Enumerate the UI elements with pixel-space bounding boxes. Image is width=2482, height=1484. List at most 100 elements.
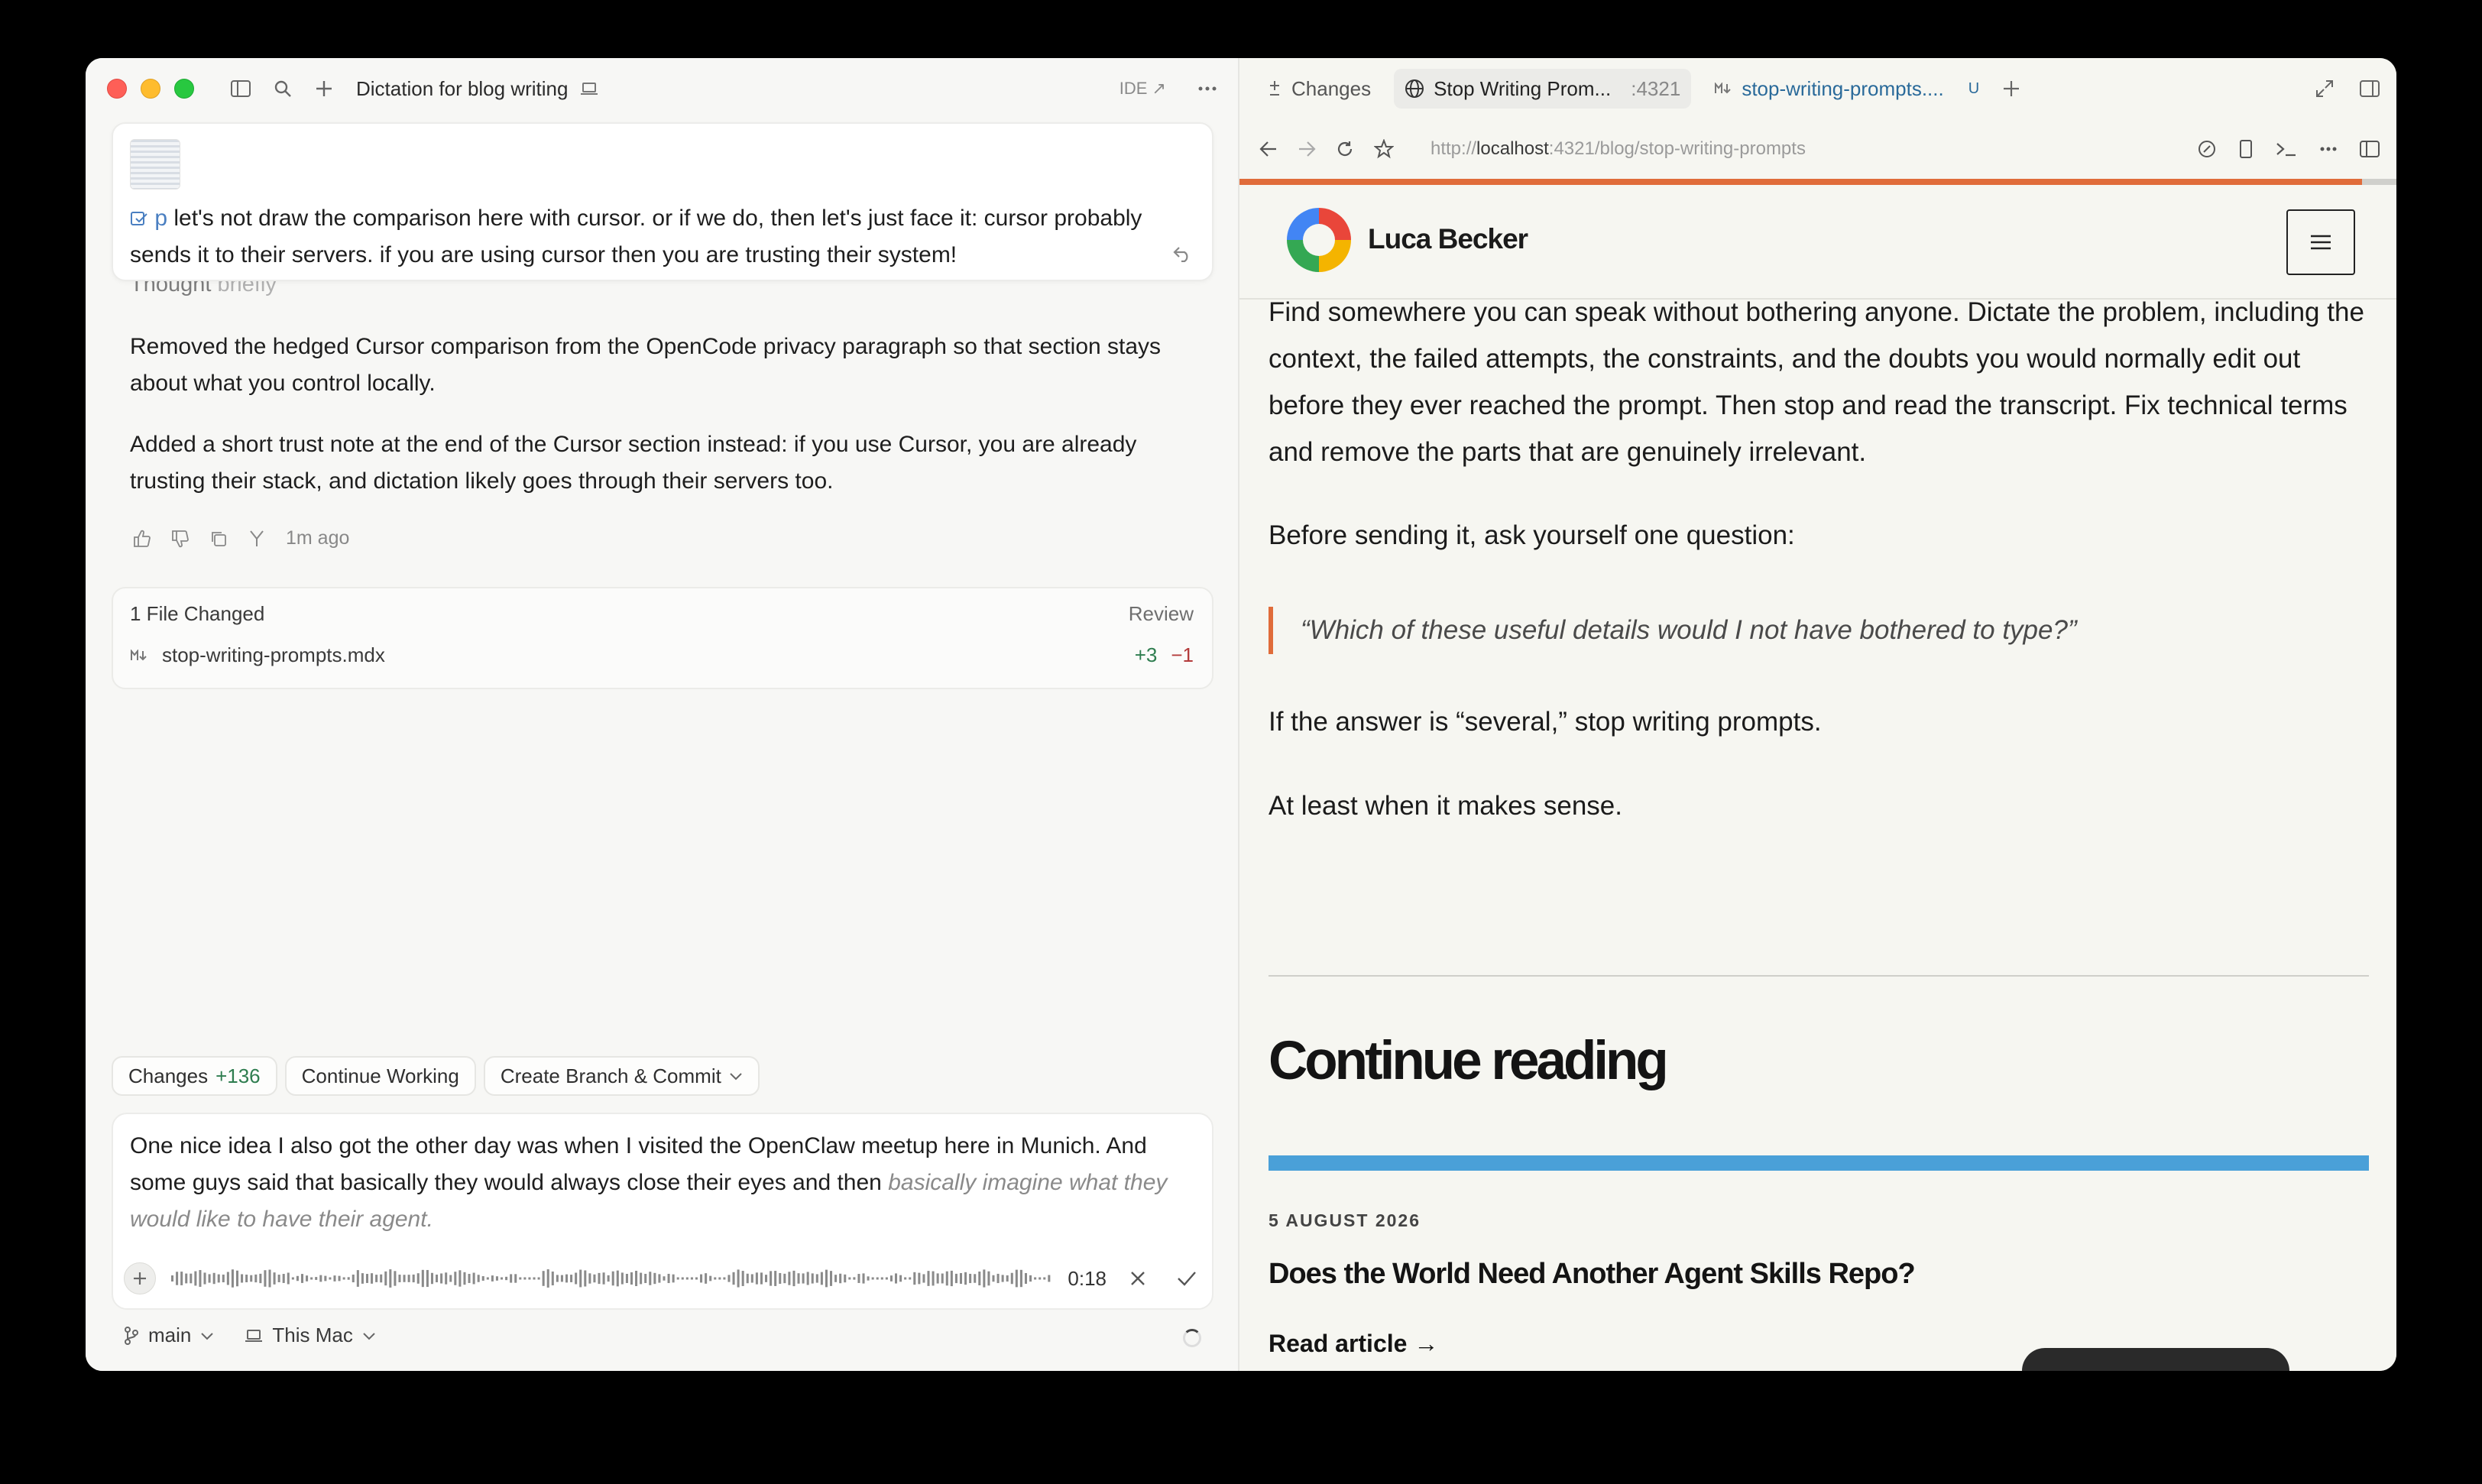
chevron-down-icon <box>729 1071 743 1081</box>
hamburger-menu-button[interactable] <box>2286 209 2355 275</box>
right-sidebar-toggle-icon[interactable] <box>2360 80 2380 97</box>
waveform-bar <box>338 1275 341 1281</box>
waveform-bar <box>676 1277 679 1280</box>
untracked-badge: U <box>1968 79 1980 97</box>
waveform-bar <box>352 1274 355 1283</box>
more-options-icon[interactable] <box>2320 147 2337 151</box>
waveform-bar <box>779 1272 782 1285</box>
terminal-icon[interactable] <box>2276 141 2297 157</box>
changed-file-row[interactable]: stop-writing-prompts.mdx <box>130 643 385 667</box>
thumbs-down-icon[interactable] <box>171 530 190 548</box>
tab-file[interactable]: stop-writing-prompts.... U <box>1703 69 1990 109</box>
machine-selector[interactable]: This Mac <box>245 1324 375 1347</box>
waveform-bar <box>815 1274 818 1283</box>
lines-added: +3 <box>1134 643 1158 666</box>
chevron-down-icon <box>362 1331 376 1340</box>
waveform-bar <box>519 1277 522 1280</box>
site-logo[interactable] <box>1287 208 1351 272</box>
waveform-bar <box>199 1270 202 1287</box>
waveform-bar <box>277 1275 280 1282</box>
waveform-bar <box>319 1275 322 1282</box>
waveform-bar <box>894 1273 898 1284</box>
annotate-icon[interactable] <box>2198 140 2216 158</box>
mobile-view-icon[interactable] <box>2239 139 2253 159</box>
composer-text[interactable]: One nice idea I also got the other day w… <box>130 1128 1184 1238</box>
waveform-bar <box>1019 1269 1022 1288</box>
tab-browser[interactable]: Stop Writing Prom... :4321 <box>1394 69 1692 109</box>
waveform-bar <box>802 1273 805 1284</box>
waveform-bar <box>616 1270 619 1287</box>
waveform-bar <box>287 1272 290 1285</box>
floating-toolbar[interactable] <box>2022 1348 2289 1371</box>
waveform-bar <box>208 1274 211 1283</box>
waveform-bar <box>560 1275 563 1282</box>
attach-button[interactable] <box>124 1262 156 1294</box>
waveform-bar <box>365 1274 368 1283</box>
thumbs-up-icon[interactable] <box>133 530 151 548</box>
waveform-bar <box>945 1271 948 1286</box>
waveform-bar <box>324 1275 327 1281</box>
next-article-title[interactable]: Does the World Need Another Agent Skills… <box>1269 1258 1916 1291</box>
continue-working-chip[interactable]: Continue Working <box>284 1056 476 1096</box>
waveform-bar <box>190 1273 193 1284</box>
waveform-bar <box>501 1277 504 1280</box>
right-tab-bar: Changes Stop Writing Prom... :4321 stop-… <box>1239 58 2396 119</box>
review-button[interactable]: Review <box>1129 602 1194 626</box>
waveform-bar <box>458 1270 462 1287</box>
address-bar: http://localhost:4321/blog/stop-writing-… <box>1239 119 2396 179</box>
new-tab-icon[interactable] <box>2002 79 2020 98</box>
waveform-bar <box>844 1274 847 1283</box>
waveform-bar <box>296 1275 299 1281</box>
left-toolbar: Dictation for blog writing IDE ↗ <box>86 58 1238 119</box>
zoom-window-button[interactable] <box>174 79 194 99</box>
attachment-thumbnail[interactable] <box>130 139 180 190</box>
tab-changes[interactable]: Changes <box>1256 69 1382 109</box>
cancel-dictation-icon[interactable] <box>1129 1270 1146 1287</box>
search-icon[interactable] <box>274 79 292 98</box>
url-field[interactable]: http://localhost:4321/blog/stop-writing-… <box>1431 138 1806 160</box>
changes-chip[interactable]: Changes +136 <box>112 1056 277 1096</box>
close-window-button[interactable] <box>107 79 127 99</box>
chevron-down-icon <box>200 1331 214 1340</box>
reload-icon[interactable] <box>1336 140 1354 158</box>
read-article-link[interactable]: Read article → <box>1269 1330 1438 1358</box>
revert-icon[interactable] <box>1172 245 1192 266</box>
create-branch-commit-chip[interactable]: Create Branch & Commit <box>483 1056 760 1096</box>
back-arrow-icon[interactable] <box>1259 141 1278 157</box>
open-in-ide-button[interactable]: IDE ↗ <box>1119 79 1166 99</box>
waveform-bar <box>640 1272 643 1285</box>
bookmark-star-icon[interactable] <box>1374 139 1394 159</box>
copy-icon[interactable] <box>209 530 228 548</box>
site-name[interactable]: Luca Becker <box>1368 223 1528 255</box>
sidebar-toggle-icon[interactable] <box>231 80 251 97</box>
waveform-bar <box>371 1273 374 1284</box>
fork-icon[interactable] <box>248 530 266 548</box>
waveform-bar <box>695 1277 698 1280</box>
waveform-bar <box>857 1274 860 1283</box>
expand-icon[interactable] <box>2315 79 2334 98</box>
waveform-bar <box>579 1269 582 1288</box>
branch-selector[interactable]: main <box>124 1324 214 1347</box>
markdown-icon <box>1714 83 1732 95</box>
forward-arrow-icon[interactable] <box>1298 141 1316 157</box>
waveform-bar <box>463 1272 466 1285</box>
action-chips: Changes +136 Continue Working Create Bra… <box>112 1056 760 1096</box>
url-host: localhost <box>1476 138 1549 159</box>
minimize-window-button[interactable] <box>141 79 160 99</box>
waveform-bar <box>834 1275 838 1282</box>
devtools-panel-icon[interactable] <box>2360 141 2380 157</box>
article-paragraph-2: Before sending it, ask yourself one ques… <box>1269 520 1795 550</box>
chat-pane: Dictation for blog writing IDE ↗ Thought… <box>86 58 1239 1371</box>
confirm-dictation-icon[interactable] <box>1177 1270 1197 1287</box>
file-reference-label[interactable]: p <box>154 206 167 231</box>
waveform-bar <box>361 1273 364 1284</box>
new-chat-icon[interactable] <box>315 79 333 98</box>
changed-file-name: stop-writing-prompts.mdx <box>162 643 385 666</box>
waveform-bar <box>653 1272 656 1285</box>
chat-title[interactable]: Dictation for blog writing <box>356 77 568 101</box>
more-options-icon[interactable] <box>1198 86 1217 91</box>
waveform-bar <box>685 1277 689 1280</box>
waveform-bar <box>1024 1272 1028 1285</box>
file-reference-icon[interactable] <box>130 206 154 231</box>
composer[interactable]: One nice idea I also got the other day w… <box>112 1113 1213 1310</box>
